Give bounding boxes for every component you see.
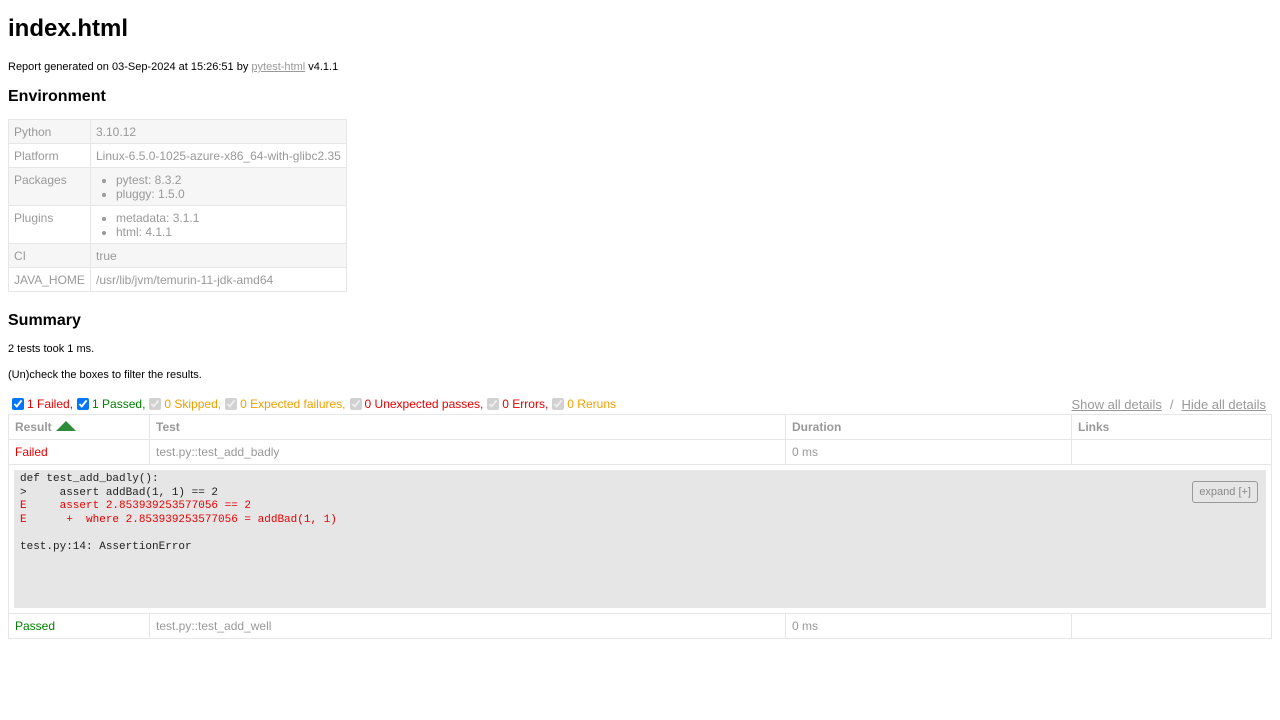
table-row[interactable]: Passed test.py::test_add_well 0 ms <box>8 613 1272 639</box>
env-list-item: metadata: 3.1.1 <box>116 211 341 225</box>
pytest-html-link[interactable]: pytest-html <box>251 61 305 73</box>
hide-all-details-link[interactable]: Hide all details <box>1181 397 1266 412</box>
filter-hint: (Un)check the boxes to filter the result… <box>8 369 202 381</box>
column-header-result[interactable]: Result <box>8 414 150 440</box>
column-header-test[interactable]: Test <box>149 414 786 440</box>
expand-log-button[interactable]: expand [+] <box>1192 481 1258 503</box>
filter-skipped-checkbox <box>149 398 162 410</box>
env-list: metadata: 3.1.1 html: 4.1.1 <box>96 211 341 239</box>
env-value: 3.10.12 <box>90 119 347 144</box>
duration-cell: 0 ms <box>785 613 1072 639</box>
env-list-item: pluggy: 1.5.0 <box>116 187 341 201</box>
results-table: Result Test Duration Links Failed test.p… <box>8 414 1272 639</box>
links-cell <box>1071 613 1272 639</box>
env-value: true <box>90 243 347 268</box>
env-list: pytest: 8.3.2 pluggy: 1.5.0 <box>96 173 341 201</box>
column-header-duration[interactable]: Duration <box>785 414 1072 440</box>
env-row: Python 3.10.12 <box>8 119 347 144</box>
test-cell: test.py::test_add_well <box>149 613 786 639</box>
result-cell: Failed <box>8 439 150 465</box>
log-row: def test_add_badly(): > assert addBad(1, … <box>8 464 1272 614</box>
env-row: Plugins metadata: 3.1.1 html: 4.1.1 <box>8 205 347 244</box>
env-key: Plugins <box>8 205 91 244</box>
report-generated-text: Report generated on 03-Sep-2024 at 15:26… <box>8 61 339 73</box>
filter-passed-checkbox[interactable] <box>77 398 90 410</box>
env-key: Packages <box>8 167 91 206</box>
filter-errors: 0 Errors, <box>487 397 548 411</box>
env-row: CI true <box>8 243 347 268</box>
env-value: pytest: 8.3.2 pluggy: 1.5.0 <box>90 167 347 206</box>
page-title: index.html <box>8 15 129 42</box>
filter-reruns-checkbox <box>552 398 565 410</box>
environment-table: Python 3.10.12 Platform Linux-6.5.0-1025… <box>8 119 347 292</box>
test-log: def test_add_badly(): > assert addBad(1, … <box>14 470 1266 608</box>
test-cell: test.py::test_add_badly <box>149 439 786 465</box>
env-key: CI <box>8 243 91 268</box>
filter-xfailed: 0 Expected failures, <box>225 397 346 411</box>
result-cell: Passed <box>8 613 150 639</box>
env-value: Linux-6.5.0-1025-azure-x86_64-with-glibc… <box>90 143 347 168</box>
env-key: Python <box>8 119 91 144</box>
env-value: /usr/lib/jvm/temurin-11-jdk-amd64 <box>90 267 347 292</box>
env-key: Platform <box>8 143 91 168</box>
environment-heading: Environment <box>8 88 106 105</box>
env-key: JAVA_HOME <box>8 267 91 292</box>
env-list-item: html: 4.1.1 <box>116 225 341 239</box>
result-filters: 1 Failed, 1 Passed, 0 Skipped, 0 Expecte… <box>12 397 620 411</box>
column-header-links: Links <box>1071 414 1272 440</box>
filter-xpassed-checkbox <box>349 398 362 410</box>
show-all-details-link[interactable]: Show all details <box>1072 397 1162 412</box>
env-row: JAVA_HOME /usr/lib/jvm/temurin-11-jdk-am… <box>8 267 347 292</box>
filter-xpassed: 0 Unexpected passes, <box>349 397 483 411</box>
env-value: metadata: 3.1.1 html: 4.1.1 <box>90 205 347 244</box>
filter-passed[interactable]: 1 Passed, <box>77 397 145 411</box>
env-list-item: pytest: 8.3.2 <box>116 173 341 187</box>
table-row[interactable]: Failed test.py::test_add_badly 0 ms <box>8 439 1272 465</box>
filter-xfailed-checkbox <box>225 398 238 410</box>
env-row: Packages pytest: 8.3.2 pluggy: 1.5.0 <box>8 167 347 206</box>
filter-errors-checkbox <box>487 398 500 410</box>
filter-skipped: 0 Skipped, <box>149 397 221 411</box>
filter-failed[interactable]: 1 Failed, <box>12 397 73 411</box>
link-separator: / <box>1169 397 1174 412</box>
links-cell <box>1071 439 1272 465</box>
sort-ascending-icon <box>55 420 76 431</box>
results-header-row: Result Test Duration Links <box>8 414 1272 440</box>
duration-cell: 0 ms <box>785 439 1072 465</box>
summary-duration: 2 tests took 1 ms. <box>8 343 95 355</box>
filter-reruns: 0 Reruns <box>552 397 616 411</box>
detail-toggle-links: Show all details / Hide all details <box>1072 397 1267 412</box>
summary-heading: Summary <box>8 312 81 329</box>
filter-failed-checkbox[interactable] <box>12 398 24 410</box>
env-row: Platform Linux-6.5.0-1025-azure-x86_64-w… <box>8 143 347 168</box>
